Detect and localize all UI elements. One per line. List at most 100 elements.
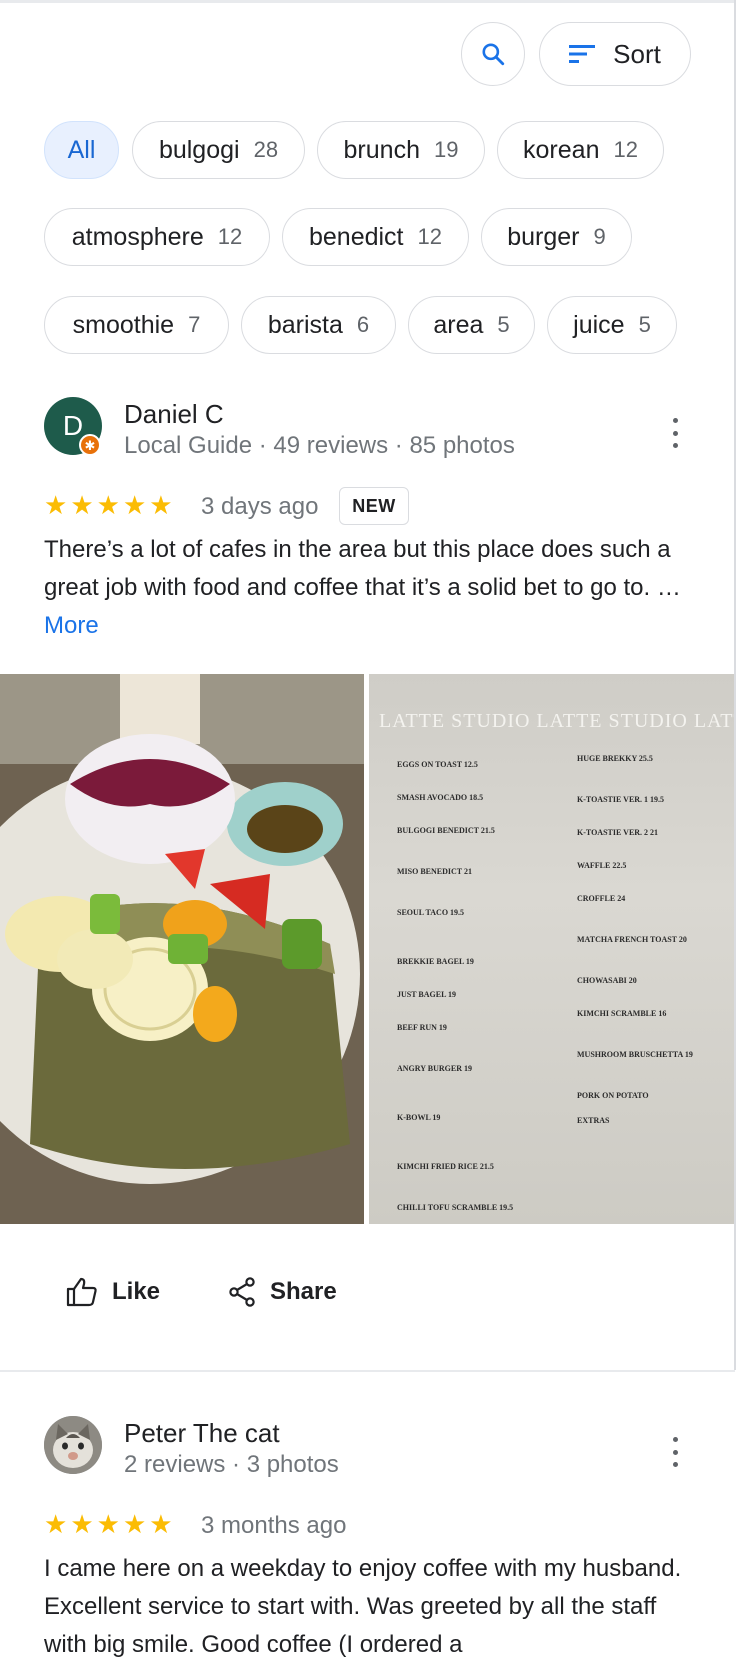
chip-label: korean	[523, 135, 600, 164]
chip-count: 12	[417, 224, 442, 249]
review-photo-food[interactable]	[0, 674, 364, 1224]
review-divider	[0, 1370, 735, 1372]
cat-avatar-image	[44, 1416, 102, 1474]
reviewer-meta: 2 reviews · 3 photos	[124, 1451, 339, 1478]
thumbs-up-icon	[66, 1277, 97, 1307]
chip-area[interactable]: area 5	[408, 296, 535, 354]
menu-item: JUST BAGEL 19	[397, 990, 456, 999]
menu-item: ANGRY BURGER 19	[397, 1064, 472, 1073]
menu-item: SMASH AVOCADO 18.5	[397, 793, 484, 802]
menu-item: SEOUL TACO 19.5	[397, 908, 465, 917]
star-icon: ★	[44, 490, 68, 520]
chip-smoothie[interactable]: smoothie 7	[44, 296, 229, 354]
chip-label: bulgogi	[158, 135, 240, 164]
review-text: There’s a lot of cafes in the area but t…	[44, 531, 694, 645]
chip-all[interactable]: All	[44, 121, 119, 179]
search-button[interactable]	[461, 22, 525, 86]
menu-item: CROFFLE 24	[577, 894, 626, 903]
menu-column-left: EGGS ON TOAST 12.5 SMASH AVOCADO 18.5 BU…	[397, 760, 557, 1212]
chip-barista[interactable]: barista 6	[241, 296, 396, 354]
avatar[interactable]	[44, 1416, 102, 1474]
avatar-letter: D	[62, 410, 84, 441]
menu-column-right: HUGE BREKKY 25.5 K-TOASTIE VER. 1 19.5 K…	[577, 754, 734, 1125]
share-icon	[229, 1277, 255, 1307]
review-date: 3 days ago	[201, 493, 319, 520]
star-rating: ★ ★ ★ ★ ★	[44, 492, 173, 518]
top-divider	[0, 0, 735, 3]
like-button[interactable]: Like	[66, 1277, 160, 1307]
more-options-icon[interactable]	[665, 1437, 685, 1467]
chip-count: 28	[253, 137, 279, 162]
star-icon: ★	[149, 490, 173, 520]
reviewer-meta: Local Guide · 49 reviews · 85 photos	[124, 432, 515, 459]
review-date: 3 months ago	[201, 1512, 347, 1539]
sort-label: Sort	[613, 38, 661, 69]
menu-item: CHILLI TOFU SCRAMBLE 19.5	[397, 1203, 514, 1212]
right-edge-line	[734, 0, 736, 1370]
chip-atmosphere[interactable]: atmosphere 12	[44, 208, 270, 266]
menu-item: HUGE BREKKY 25.5	[577, 754, 653, 763]
sort-button[interactable]: Sort	[539, 22, 691, 86]
menu-item: K-BOWL 19	[397, 1113, 441, 1122]
chip-count: 12	[613, 137, 638, 162]
chip-label: All	[67, 135, 96, 164]
menu-item: MISO BENEDICT 21	[397, 867, 472, 876]
star-icon: ★	[122, 490, 147, 520]
menu-item: CHOWASABI 20	[577, 976, 637, 985]
chip-label: juice	[573, 310, 625, 339]
chip-korean[interactable]: korean 12	[497, 121, 664, 179]
sort-lines-icon	[569, 45, 596, 63]
menu-item: BEEF RUN 19	[397, 1023, 447, 1032]
chip-label: area	[433, 310, 484, 339]
chip-count: 12	[217, 224, 243, 249]
menu-item: BULGOGI BENEDICT 21.5	[397, 826, 495, 835]
menu-item: EGGS ON TOAST 12.5	[397, 760, 478, 769]
menu-item: WAFFLE 22.5	[577, 861, 627, 870]
chip-benedict[interactable]: benedict 12	[282, 208, 469, 266]
star-icon: ★	[96, 490, 120, 520]
more-link[interactable]: More	[44, 612, 99, 639]
menu-item: K-TOASTIE VER. 2 21	[577, 828, 659, 837]
chip-bulgogi[interactable]: bulgogi 28	[132, 121, 305, 179]
chip-count: 5	[497, 312, 510, 337]
menu-item: MUSHROOM BRUSCHETTA 19	[577, 1050, 693, 1059]
star-rating: ★ ★ ★ ★ ★	[44, 1511, 173, 1537]
star-icon: ★	[44, 1509, 68, 1539]
menu-item: K-TOASTIE VER. 1 19.5	[577, 795, 665, 804]
search-icon	[482, 43, 505, 66]
chip-count: 9	[593, 224, 606, 249]
chip-label: burger	[507, 222, 580, 251]
chip-count: 5	[638, 312, 651, 337]
food-photo-art	[0, 674, 364, 1224]
menu-header: LATTE STUDIO LATTE STUDIO LATTE STUDIO	[379, 710, 734, 732]
chip-count: 7	[188, 312, 201, 337]
share-button[interactable]: Share	[228, 1277, 337, 1307]
star-icon: ★	[122, 1509, 147, 1539]
menu-item: KIMCHI FRIED RICE 21.5	[397, 1162, 494, 1171]
chip-label: barista	[267, 310, 343, 339]
chip-burger[interactable]: burger 9	[481, 208, 632, 266]
chip-label: smoothie	[72, 310, 175, 339]
local-guide-star-icon: ✱	[79, 434, 101, 456]
star-icon: ★	[96, 1509, 120, 1539]
menu-item: MATCHA FRENCH TOAST 20	[577, 935, 687, 944]
reviewer-name[interactable]: Peter The cat	[124, 1418, 280, 1449]
review-text: I came here on a weekday to enjoy coffee…	[44, 1555, 682, 1658]
share-label: Share	[270, 1278, 337, 1305]
chip-label: benedict	[308, 222, 404, 251]
reviewer-name[interactable]: Daniel C	[124, 399, 224, 430]
more-options-icon[interactable]	[665, 418, 685, 448]
chip-brunch[interactable]: brunch 19	[317, 121, 485, 179]
review-photo-menu[interactable]: LATTE STUDIO LATTE STUDIO LATTE STUDIO E…	[369, 674, 734, 1224]
menu-item: BREKKIE BAGEL 19	[397, 957, 474, 966]
chip-count: 6	[356, 312, 370, 337]
new-badge: NEW	[339, 487, 409, 525]
star-icon: ★	[70, 1509, 94, 1539]
menu-item: EXTRAS	[577, 1116, 610, 1125]
menu-item: KIMCHI SCRAMBLE 16	[577, 1009, 667, 1018]
star-icon: ★	[149, 1509, 173, 1539]
star-icon: ★	[70, 490, 94, 520]
chip-label: brunch	[343, 135, 420, 164]
chip-label: atmosphere	[71, 222, 204, 251]
chip-juice[interactable]: juice 5	[547, 296, 677, 354]
